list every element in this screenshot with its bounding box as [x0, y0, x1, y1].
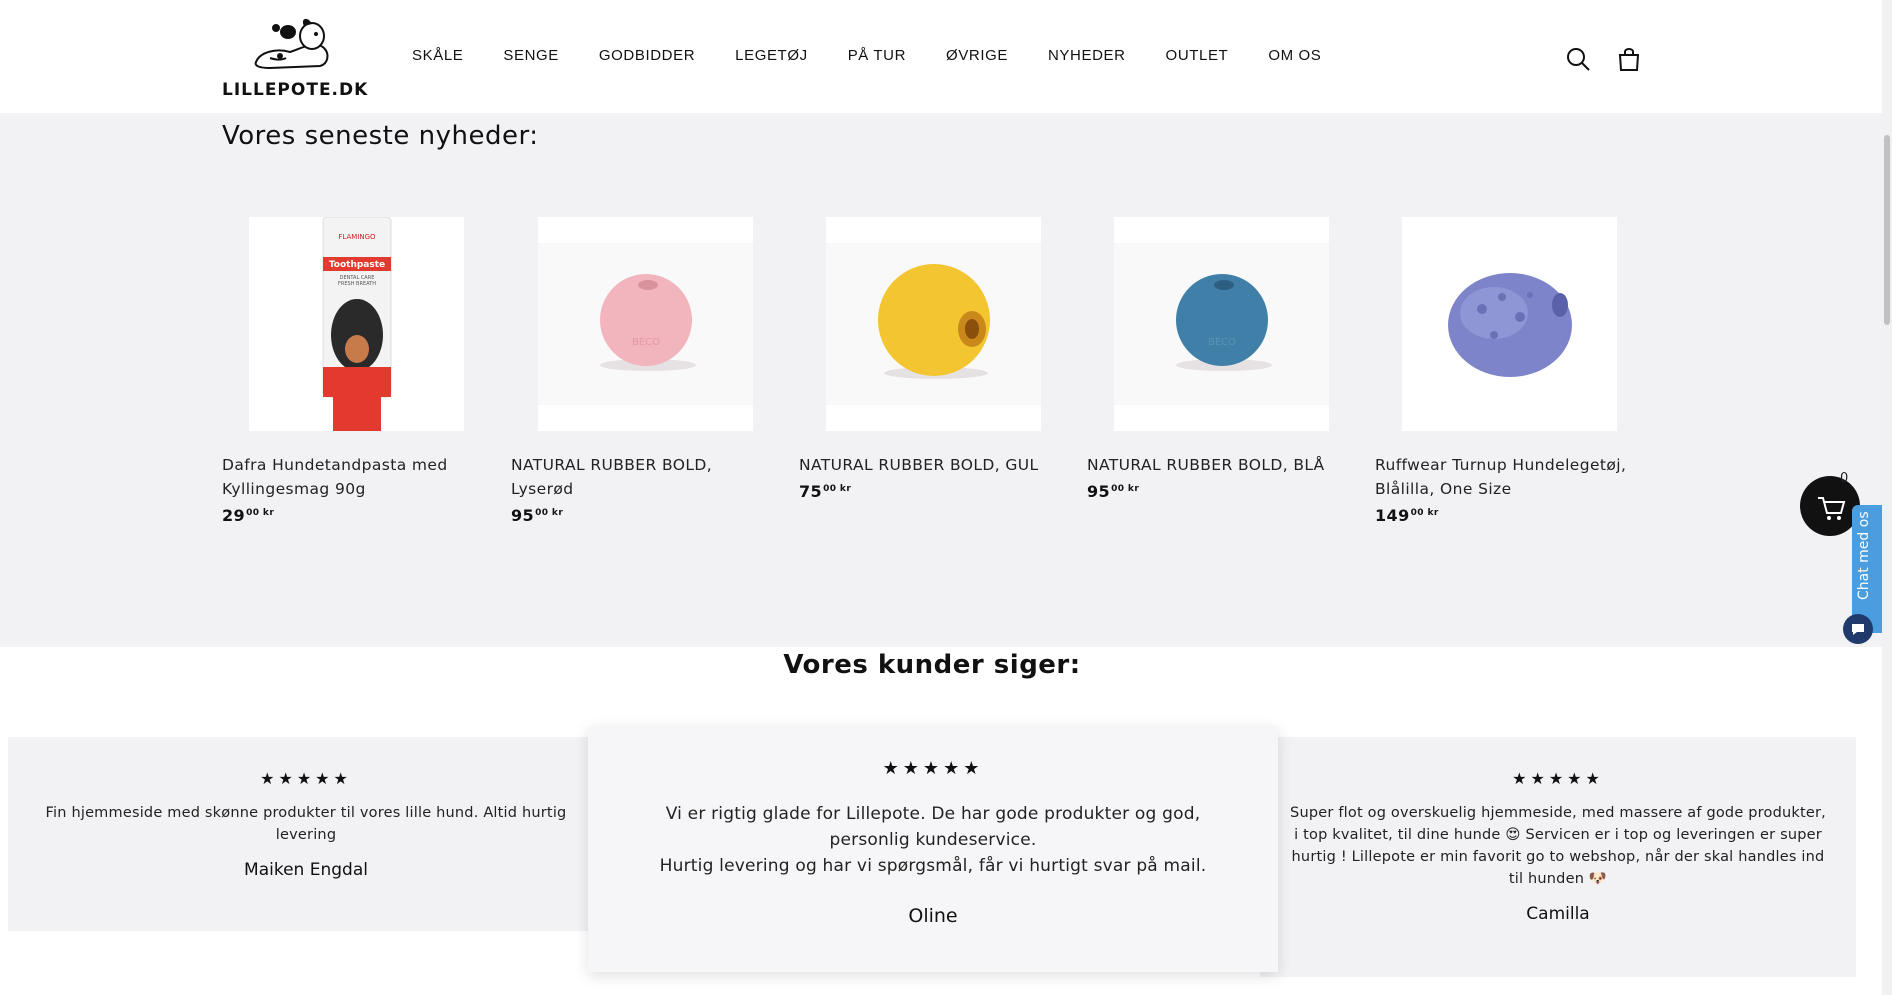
ball-logo-text: BECO [1208, 337, 1236, 348]
ball-logo-text: BECO [632, 337, 660, 348]
product-info: Dafra Hundetandpasta med Kyllingesmag 90… [222, 453, 492, 528]
product-name[interactable]: Ruffwear Turnup Hundelegetøj, Blålilla, … [1375, 453, 1645, 501]
nav-item-godbidder[interactable]: GODBIDDER [599, 47, 695, 64]
product-price: 2900 kr [222, 501, 492, 528]
nav-item-legetoj[interactable]: LEGETØJ [735, 47, 808, 64]
review-author: Camilla [1526, 904, 1590, 924]
review-author: Maiken Engdal [244, 860, 368, 880]
product-image[interactable] [1402, 217, 1617, 431]
price-main: 149 [1375, 506, 1410, 525]
product-image[interactable] [826, 217, 1041, 431]
price-main: 29 [222, 506, 246, 525]
purple-toy-image [1448, 273, 1572, 377]
nav-item-senge[interactable]: SENGE [503, 47, 559, 64]
product-image[interactable]: BECO [1114, 217, 1329, 431]
review-text: Super flot og overskuelig hjemmeside, me… [1290, 805, 1826, 887]
nav-item-ovrige[interactable]: ØVRIGE [946, 47, 1008, 64]
review-author: Oline [908, 905, 958, 927]
news-title: Vores seneste nyheder: [222, 121, 539, 151]
product-name[interactable]: NATURAL RUBBER BOLD, Lyserød [511, 453, 721, 501]
tube-subtitle-2: FRESH BREATH [338, 281, 376, 287]
news-section: Vores seneste nyheder: FLAMINGO Toothpas… [0, 113, 1882, 647]
review-card: ★★★★★ Super flot og overskuelig hjemmesi… [1260, 737, 1856, 977]
nav-item-om-os[interactable]: OM OS [1268, 47, 1321, 64]
review-card: ★★★★★ Fin hjemmeside med skønne produkte… [8, 737, 604, 931]
blue-ball-image: BECO [1114, 243, 1329, 405]
nav-item-outlet[interactable]: OUTLET [1166, 47, 1229, 64]
product-price: 7500 kr [799, 477, 1069, 504]
tube-brand-text: FLAMINGO [338, 233, 376, 241]
yellow-ball-image [826, 243, 1041, 405]
price-cents: 00 kr [823, 484, 852, 494]
pink-ball-image: BECO [538, 243, 753, 405]
product-info: NATURAL RUBBER BOLD, BLÅ 9500 kr [1087, 453, 1357, 504]
review-stars: ★★★★★ [260, 769, 352, 788]
review-card-featured: ★★★★★ Vi er rigtig glade for Lillepote. … [588, 726, 1278, 972]
price-cents: 00 kr [1410, 508, 1439, 518]
dog-logo-icon [254, 18, 329, 70]
price-main: 75 [799, 482, 823, 501]
nav-item-nyheder[interactable]: NYHEDER [1048, 47, 1126, 64]
product-price: 14900 kr [1375, 501, 1645, 528]
floating-cart-button[interactable] [1800, 476, 1860, 536]
site-header: LILLEPOTE.DK SKÅLE SENGE GODBIDDER LEGET… [0, 0, 1882, 113]
main-nav: SKÅLE SENGE GODBIDDER LEGETØJ PÅ TUR ØVR… [412, 47, 1361, 64]
scrollbar-thumb[interactable] [1884, 135, 1890, 325]
search-icon[interactable] [1565, 46, 1591, 72]
review-text-line: Vi er rigtig glade for Lillepote. De har… [665, 804, 1201, 824]
product-name[interactable]: Dafra Hundetandpasta med Kyllingesmag 90… [222, 453, 472, 501]
product-info: NATURAL RUBBER BOLD, GUL 7500 kr [799, 453, 1069, 504]
nav-item-pa-tur[interactable]: PÅ TUR [848, 47, 906, 64]
cart-count-badge: 0 [1840, 471, 1849, 486]
product-info: NATURAL RUBBER BOLD, Lyserød 9500 kr [511, 453, 781, 528]
toothpaste-tube-image: FLAMINGO Toothpaste DENTAL CARE FRESH BR… [322, 217, 392, 431]
price-cents: 00 kr [246, 508, 275, 518]
review-stars: ★★★★★ [1512, 769, 1604, 788]
nav-item-skale[interactable]: SKÅLE [412, 47, 463, 64]
logo-text: LILLEPOTE.DK [222, 80, 369, 100]
reviews-title: Vores kunder siger: [783, 650, 1081, 680]
site-logo[interactable]: LILLEPOTE.DK [222, 18, 369, 100]
product-price: 9500 kr [1087, 477, 1357, 504]
cart-icon [1818, 497, 1846, 520]
price-main: 95 [511, 506, 535, 525]
price-cents: 00 kr [535, 508, 564, 518]
product-info: Ruffwear Turnup Hundelegetøj, Blålilla, … [1375, 453, 1645, 528]
shopping-bag-icon[interactable] [1616, 46, 1642, 72]
product-image[interactable]: BECO [538, 217, 753, 431]
review-stars: ★★★★★ [882, 758, 984, 779]
review-text-line: personlig kundeservice. [829, 830, 1037, 850]
chat-icon [1852, 624, 1864, 635]
product-name[interactable]: NATURAL RUBBER BOLD, BLÅ [1087, 453, 1357, 477]
product-name[interactable]: NATURAL RUBBER BOLD, GUL [799, 453, 1069, 477]
review-text: Vi er rigtig glade for Lillepote. De har… [588, 801, 1278, 879]
price-cents: 00 kr [1111, 484, 1140, 494]
product-price: 9500 kr [511, 501, 781, 528]
chat-tab-label[interactable]: Chat med os [1856, 511, 1872, 600]
chat-bubble-button[interactable] [1843, 614, 1873, 644]
tube-label-text: Toothpaste [329, 260, 385, 270]
review-text: Fin hjemmeside med skønne produkter til … [45, 805, 567, 843]
price-main: 95 [1087, 482, 1111, 501]
review-text-line: Hurtig levering og har vi spørgsmål, får… [659, 856, 1207, 876]
product-image[interactable]: FLAMINGO Toothpaste DENTAL CARE FRESH BR… [249, 217, 464, 431]
